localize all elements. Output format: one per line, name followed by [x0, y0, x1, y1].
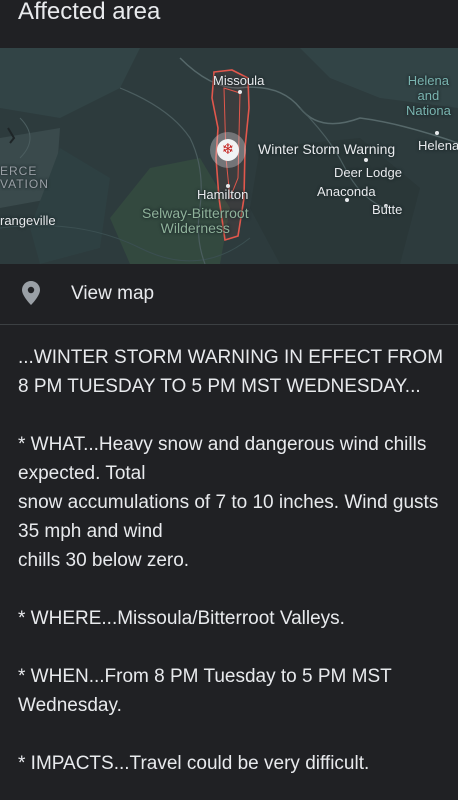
alert-description: ...WINTER STORM WARNING IN EFFECT FROM 8… — [18, 343, 446, 778]
alert-when: * WHEN...From 8 PM Tuesday to 5 PM MST W… — [18, 666, 392, 716]
map-label-hamilton: Hamilton — [197, 187, 249, 202]
map-label-helena: Helena — [418, 138, 458, 153]
map-label-reservation: ERCE VATION — [0, 164, 49, 191]
alert-what-line-1: * WHAT...Heavy snow and dangerous wind c… — [18, 434, 427, 484]
map-label-helena-national-forest: Helena and Nationa — [406, 73, 451, 118]
map-label-grangeville: rangeville — [0, 213, 56, 228]
view-map-label: View map — [71, 283, 155, 304]
map-label-anaconda: Anaconda — [317, 184, 376, 199]
map-label-butte: Butte — [372, 202, 403, 217]
storm-marker[interactable]: ❄ — [210, 132, 246, 168]
affected-area-map[interactable]: Missoula Helena and Nationa Helena Winte… — [0, 48, 458, 264]
snowflake-icon: ❄ — [217, 139, 239, 161]
alert-headline: ...WINTER STORM WARNING IN EFFECT FROM 8… — [18, 347, 444, 397]
section-header: Affected area — [0, 0, 458, 48]
view-map-button[interactable]: View map — [0, 264, 458, 325]
map-label-deer-lodge: Deer Lodge — [334, 165, 402, 180]
alert-where: * WHERE...Missoula/Bitterroot Valleys. — [18, 608, 345, 629]
alert-what-line-3: chills 30 below zero. — [18, 550, 190, 571]
section-title: Affected area — [18, 0, 161, 25]
map-label-missoula: Missoula — [213, 73, 265, 88]
alert-what-line-2: snow accumulations of 7 to 10 inches. Wi… — [18, 492, 439, 542]
map-label-winter-storm-warning: Winter Storm Warning — [258, 141, 396, 157]
location-pin-icon — [22, 281, 40, 305]
alert-impacts: * IMPACTS...Travel could be very difficu… — [18, 753, 370, 774]
map-label-wilderness: Selway-Bitterroot Wilderness — [142, 205, 249, 236]
